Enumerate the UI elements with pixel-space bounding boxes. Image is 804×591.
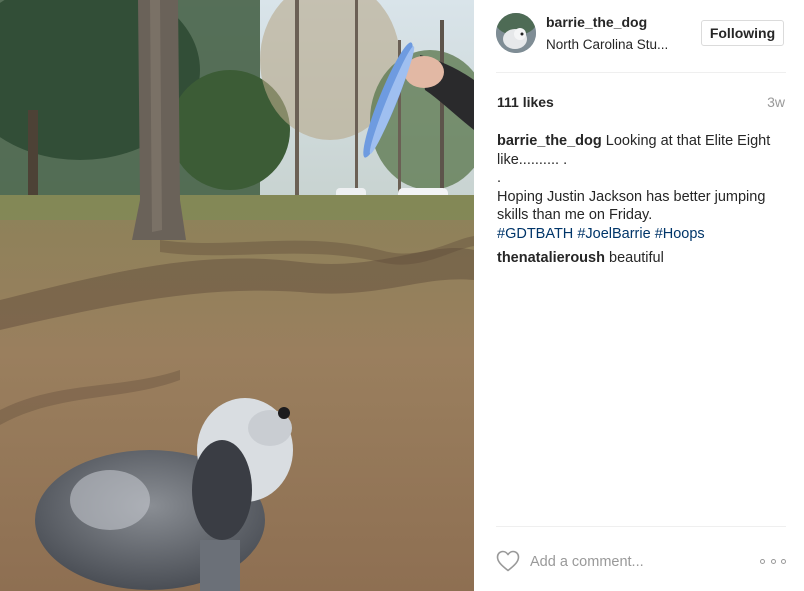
location-link[interactable]: North Carolina Stu...: [546, 37, 686, 52]
post-photo[interactable]: [0, 0, 474, 591]
caption-hashtags: #GDTBATH #JoelBarrie #Hoops: [497, 225, 787, 244]
username-link[interactable]: barrie_the_dog: [546, 14, 647, 30]
hashtag-link[interactable]: #GDTBATH: [497, 226, 573, 242]
post-header: barrie_the_dog North Carolina Stu... Fol…: [496, 13, 786, 55]
divider: [496, 72, 786, 73]
caption-line-2: .: [497, 170, 502, 186]
dot: [760, 558, 765, 564]
dog-frisbee-photo: [0, 0, 474, 591]
dot: [781, 558, 786, 564]
dot: [770, 558, 776, 564]
comments-list: barrie_the_dog Looking at that Elite Eig…: [497, 132, 787, 274]
post-timestamp[interactable]: 3w: [767, 94, 785, 110]
avatar-image: [496, 13, 536, 53]
caption: barrie_the_dog Looking at that Elite Eig…: [497, 132, 787, 243]
likes-row: 111 likes 3w: [497, 94, 785, 114]
caption-line-3: Hoping Justin Jackson has better jumping…: [497, 188, 766, 224]
following-button[interactable]: Following: [701, 20, 784, 46]
more-options-icon[interactable]: [760, 551, 786, 571]
add-comment-input[interactable]: [530, 550, 740, 574]
comment-author[interactable]: thenatalieroush: [497, 250, 605, 266]
hashtag-link[interactable]: #Hoops: [655, 226, 705, 242]
comment-bar: [496, 548, 786, 578]
caption-author[interactable]: barrie_the_dog: [497, 133, 602, 149]
comment-item: thenatalieroush beautiful: [497, 249, 787, 268]
avatar[interactable]: [496, 13, 536, 53]
comment-text: beautiful: [609, 250, 664, 266]
hashtag-link[interactable]: #JoelBarrie: [577, 226, 650, 242]
heart-outline-icon[interactable]: [496, 550, 520, 572]
post-side-panel: barrie_the_dog North Carolina Stu... Fol…: [474, 0, 804, 591]
likes-count[interactable]: 111 likes: [497, 94, 554, 110]
divider: [496, 526, 786, 527]
